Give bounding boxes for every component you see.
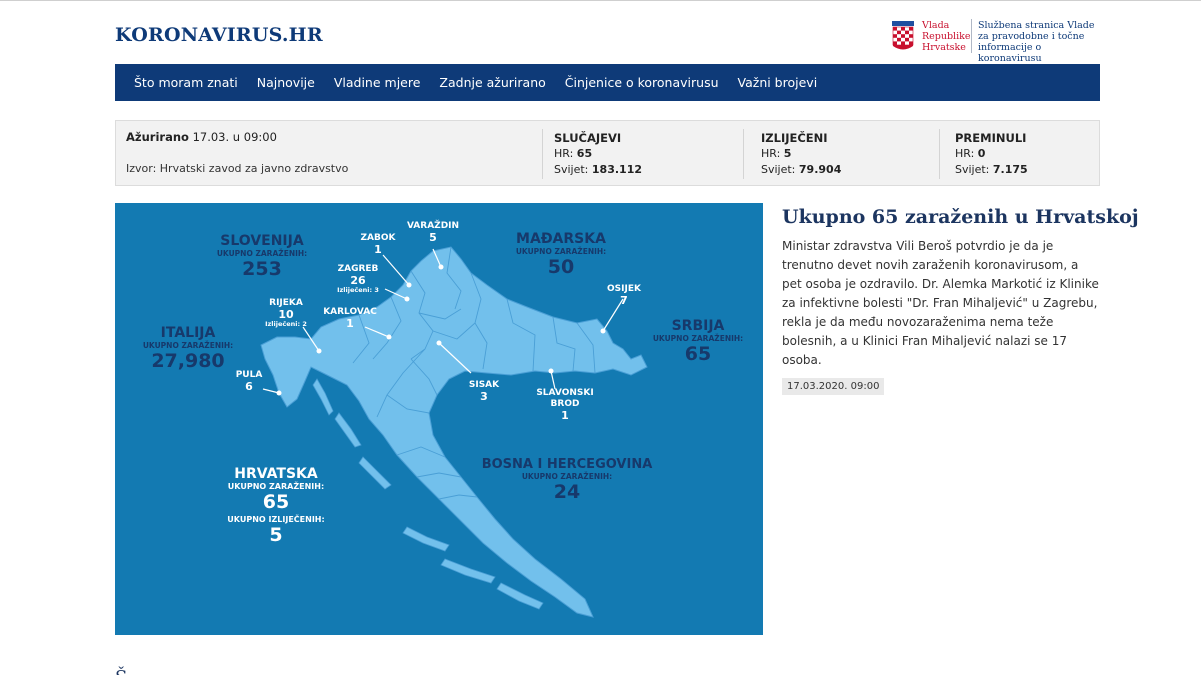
site-logo[interactable]: KORONAVIRUS.HR bbox=[115, 24, 323, 46]
island bbox=[312, 378, 334, 416]
island bbox=[496, 582, 544, 610]
island bbox=[334, 412, 362, 448]
city-karlovac: KARLOVAC 1 bbox=[323, 307, 377, 330]
article-date-badge: 17.03.2020. 09:00 bbox=[782, 378, 885, 395]
article-title[interactable]: Ukupno 65 zaraženih u Hrvatskoj bbox=[782, 206, 1139, 228]
country-madjarska: MAĐARSKA UKUPNO ZARAŽENIH: 50 bbox=[515, 231, 607, 278]
main-navigation: Što moram znati Najnovije Vladine mjere … bbox=[115, 64, 1100, 101]
stats-divider bbox=[743, 129, 744, 179]
croatia-map-graphic bbox=[260, 246, 648, 618]
croatia-infection-map[interactable]: SLOVENIJA UKUPNO ZARAŽENIH: 253 MAĐARSKA… bbox=[115, 203, 763, 635]
croatia-land-shape bbox=[260, 246, 648, 618]
gov-divider bbox=[971, 19, 972, 53]
city-pula: PULA 6 bbox=[235, 370, 263, 393]
country-italija: ITALIJA UKUPNO ZARAŽENIH: 27,980 bbox=[142, 325, 234, 372]
nav-item-vladine-mjere[interactable]: Vladine mjere bbox=[334, 75, 421, 90]
city-rijeka: RIJEKA 10 Izliječeni: 2 bbox=[265, 298, 307, 328]
city-osijek: OSIJEK 7 bbox=[607, 284, 641, 307]
croatian-coat-of-arms-icon bbox=[892, 21, 914, 50]
country-bih: BOSNA I HERCEGOVINA UKUPNO ZARAŽENIH: 24 bbox=[481, 457, 653, 503]
nav-item-vazni-brojevi[interactable]: Važni brojevi bbox=[738, 75, 818, 90]
country-srbija: SRBIJA UKUPNO ZARAŽENIH: 65 bbox=[652, 318, 744, 365]
statistics-bar: Ažurirano 17.03. u 09:00 Izvor: Hrvatski… bbox=[115, 120, 1100, 186]
island bbox=[358, 456, 392, 490]
island bbox=[402, 526, 450, 552]
city-slavonski-brod: SLAVONSKI BROD 1 bbox=[536, 388, 594, 422]
nav-item-cinjenice[interactable]: Činjenice o koronavirusu bbox=[565, 75, 719, 90]
stat-recovered: IZLIJEČENI HR: 5 Svijet: 79.904 bbox=[761, 131, 842, 176]
article-body: Ministar zdravstva Vili Beroš potvrdio j… bbox=[782, 239, 1099, 367]
country-slovenija: SLOVENIJA UKUPNO ZARAŽENIH: 253 bbox=[216, 233, 308, 280]
city-zabok: ZABOK 1 bbox=[360, 233, 396, 256]
city-zagreb: ZAGREB 26 Izliječeni: 3 bbox=[337, 264, 379, 294]
updated-time: Ažurirano 17.03. u 09:00 bbox=[126, 130, 277, 144]
city-varazdin: VARAŽDIN 5 bbox=[406, 221, 460, 244]
nav-item-najnovije[interactable]: Najnovije bbox=[257, 75, 315, 90]
next-section-heading: Š bbox=[115, 667, 127, 675]
government-description: Službena stranica Vlade za pravodobne i … bbox=[978, 20, 1095, 64]
nav-item-zadnje-azurirano[interactable]: Zadnje ažurirano bbox=[439, 75, 545, 90]
hrvatska-totals: HRVATSKA UKUPNO ZARAŽENIH: 65 UKUPNO IZL… bbox=[227, 466, 325, 546]
city-sisak: SISAK 3 bbox=[468, 380, 500, 403]
stat-deaths: PREMINULI HR: 0 Svijet: 7.175 bbox=[955, 131, 1028, 176]
nav-item-sto-moram-znati[interactable]: Što moram znati bbox=[134, 75, 238, 90]
top-border bbox=[0, 0, 1201, 5]
stats-divider bbox=[939, 129, 940, 179]
stat-cases: SLUČAJEVI HR: 65 Svijet: 183.112 bbox=[554, 131, 643, 176]
data-source: Izvor: Hrvatski zavod za javno zdravstvo bbox=[126, 162, 349, 175]
government-badge[interactable]: Vlada Republike Hrvatske Službena strani… bbox=[892, 19, 1102, 64]
island bbox=[440, 558, 496, 584]
government-name: Vlada Republike Hrvatske bbox=[922, 20, 971, 53]
stats-divider bbox=[542, 129, 543, 179]
